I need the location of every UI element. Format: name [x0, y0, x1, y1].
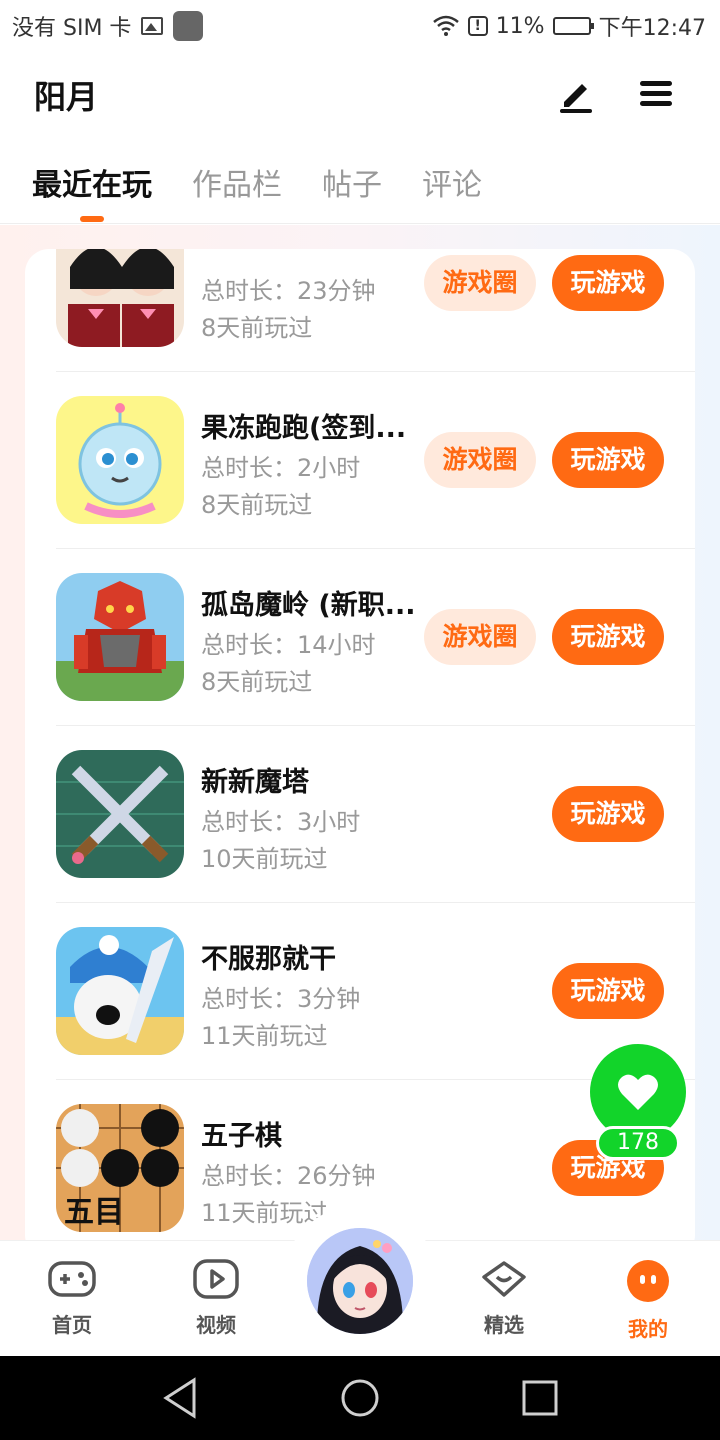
game-last-played: 10天前玩过 [201, 845, 328, 873]
game-icon-fight [56, 927, 184, 1055]
avatar [307, 1228, 413, 1334]
tab-works[interactable]: 作品栏 [192, 160, 282, 204]
nav-home-label: 首页 [52, 1313, 92, 1337]
game-circle-button[interactable]: 游戏圈 [424, 255, 536, 311]
game-duration: 总时长：2小时 [201, 454, 361, 482]
bottom-nav: 首页 视频 精选 我的 [0, 1205, 720, 1356]
game-last-played: 8天前玩过 [201, 491, 313, 519]
status-right: ! 11% 下午12:47 [432, 10, 706, 42]
recents-icon[interactable] [522, 1380, 558, 1416]
like-count: 178 [596, 1126, 680, 1160]
carrier-text: 没有 SIM 卡 [12, 16, 132, 41]
game-icon-magic-tower [56, 750, 184, 878]
play-game-button[interactable]: 玩游戏 [552, 255, 664, 311]
image-icon [141, 17, 164, 35]
game-duration: 总时长：3分钟 [201, 985, 361, 1013]
play-game-button[interactable]: 玩游戏 [552, 786, 664, 842]
game-row[interactable]: 孤岛魔岭 (新职... 总时长：14小时 8天前玩过 游戏圈 玩游戏 [56, 549, 695, 726]
game-duration: 总时长：23分钟 [201, 277, 376, 305]
home-icon[interactable] [341, 1379, 379, 1417]
game-icon-island [56, 573, 184, 701]
game-title: 新新魔塔 [201, 767, 309, 798]
battery-percent: 11% [495, 13, 545, 39]
edit-icon[interactable] [556, 74, 596, 114]
alert-icon: ! [467, 16, 488, 36]
game-duration: 总时长：3小时 [201, 808, 361, 836]
game-circle-button[interactable]: 游戏圈 [424, 609, 536, 665]
nav-me[interactable]: 我的 [603, 1259, 693, 1342]
profile-header: 阳月 [0, 50, 720, 140]
game-title: 孤岛魔岭 (新职... [201, 590, 416, 621]
system-nav-bar [0, 1356, 720, 1440]
game-title: 五子棋 [201, 1121, 282, 1152]
nav-featured[interactable]: 精选 [459, 1259, 549, 1338]
profile-tabs: 最近在玩 作品栏 帖子 评论 [0, 140, 720, 224]
nav-featured-label: 精选 [484, 1313, 524, 1337]
nav-home[interactable]: 首页 [27, 1259, 117, 1338]
game-icon-sakura [56, 249, 184, 347]
back-icon[interactable] [163, 1377, 196, 1419]
video-icon [193, 1259, 239, 1299]
tab-comments[interactable]: 评论 [422, 160, 482, 204]
app-notification-icon [173, 11, 204, 41]
menu-icon[interactable] [636, 74, 676, 114]
center-avatar[interactable] [304, 1225, 416, 1337]
tab-indicator [80, 216, 104, 222]
nav-video-label: 视频 [196, 1313, 236, 1337]
game-icon-gomoku: 五目 [56, 1104, 184, 1232]
tab-posts[interactable]: 帖子 [322, 160, 382, 204]
gomoku-label: 五目 [64, 1195, 124, 1230]
user-name: 阳月 [34, 78, 99, 116]
me-icon [627, 1260, 669, 1302]
battery-icon [552, 17, 594, 35]
game-duration: 总时长：14小时 [201, 631, 376, 659]
clock: 下午12:47 [598, 16, 706, 41]
game-title: 不服那就干 [201, 944, 336, 975]
game-title: 果冻跑跑(签到... [201, 413, 407, 444]
game-row[interactable]: 新新魔塔 总时长：3小时 10天前玩过 玩游戏 [56, 726, 695, 903]
play-game-button[interactable]: 玩游戏 [552, 963, 664, 1019]
nav-me-label: 我的 [628, 1317, 668, 1341]
play-game-button[interactable]: 玩游戏 [552, 609, 664, 665]
heart-chat-icon [482, 1261, 526, 1297]
status-bar: 没有 SIM 卡 ! 11% 下午12:47 [0, 0, 720, 50]
game-icon-jelly-run [56, 396, 184, 524]
gamepad-icon [48, 1261, 96, 1297]
game-row[interactable]: 总时长：23分钟 8天前玩过 游戏圈 玩游戏 [56, 249, 695, 372]
game-last-played: 11天前玩过 [201, 1022, 328, 1050]
game-circle-button[interactable]: 游戏圈 [424, 432, 536, 488]
nav-video[interactable]: 视频 [171, 1259, 261, 1338]
game-last-played: 8天前玩过 [201, 314, 313, 342]
play-game-button[interactable]: 玩游戏 [552, 432, 664, 488]
game-duration: 总时长：26分钟 [201, 1162, 376, 1190]
game-row[interactable]: 果冻跑跑(签到... 总时长：2小时 8天前玩过 游戏圈 玩游戏 [56, 372, 695, 549]
status-left: 没有 SIM 卡 [12, 10, 204, 42]
game-last-played: 8天前玩过 [201, 668, 313, 696]
wifi-icon [432, 15, 459, 36]
tab-recent[interactable]: 最近在玩 [32, 160, 152, 204]
